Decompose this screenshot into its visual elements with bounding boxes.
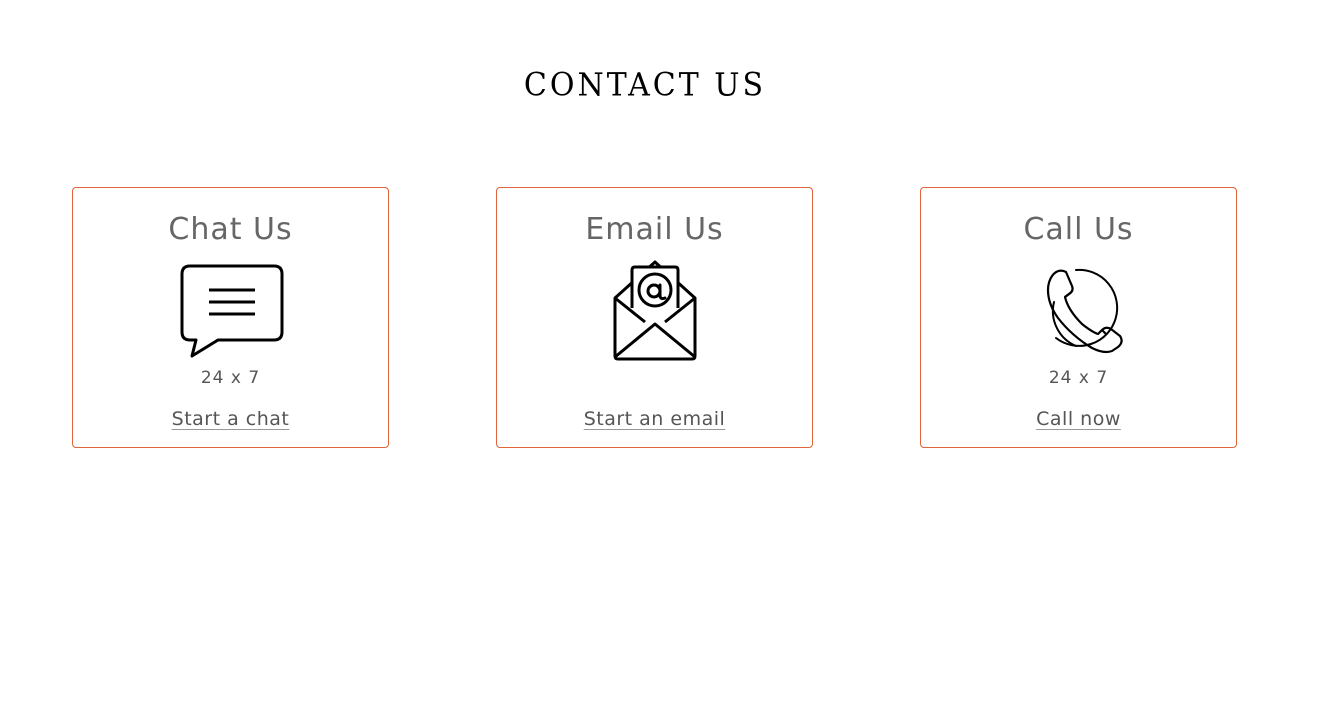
chat-availability: 24 x 7 xyxy=(200,368,261,388)
call-card: Call Us 24 x 7 Call now xyxy=(920,187,1237,448)
call-link-wrap: Call now xyxy=(921,408,1236,430)
call-card-title: Call Us xyxy=(1023,212,1134,247)
email-card: Email Us Start an email xyxy=(496,187,813,448)
email-link-wrap: Start an email xyxy=(497,408,812,430)
chat-card: Chat Us 24 x 7 Start a chat xyxy=(72,187,389,448)
start-chat-link[interactable]: Start a chat xyxy=(172,408,290,430)
page-title: CONTACT US xyxy=(523,67,767,104)
chat-bubble-icon xyxy=(180,264,283,358)
call-availability: 24 x 7 xyxy=(1048,368,1109,388)
chat-card-title: Chat Us xyxy=(168,212,293,247)
open-envelope-at-icon xyxy=(613,260,696,361)
call-now-link[interactable]: Call now xyxy=(1036,408,1121,430)
chat-link-wrap: Start a chat xyxy=(73,408,388,430)
phone-handset-icon xyxy=(1046,268,1123,354)
start-email-link[interactable]: Start an email xyxy=(584,408,726,430)
email-card-title: Email Us xyxy=(585,212,724,247)
